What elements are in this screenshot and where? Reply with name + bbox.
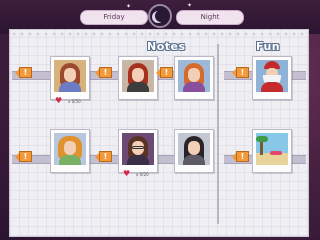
notes-title: Notes	[147, 40, 186, 53]
character-card[interactable]	[118, 56, 158, 100]
sparkle-icon: ✦	[187, 2, 193, 9]
character-card[interactable]	[118, 129, 158, 173]
affection-stat: x 0/50	[68, 99, 81, 104]
fun-card-beach[interactable]	[252, 129, 292, 173]
character-portrait-dark-long-hair	[178, 133, 210, 165]
character-card[interactable]	[174, 129, 214, 173]
fun-card-santa[interactable]	[252, 56, 292, 100]
alert-marker-icon: !	[232, 67, 249, 78]
time-of-day-indicator[interactable]: Night	[176, 10, 244, 25]
beach-picture	[256, 133, 288, 165]
character-portrait-blonde-curly	[54, 133, 86, 165]
top-bar: Friday Night ✦ ✦	[0, 0, 320, 34]
alert-marker-icon: !	[15, 151, 32, 162]
character-portrait-short-brown-hair	[54, 60, 86, 92]
alert-marker-icon: !	[156, 67, 173, 78]
character-card[interactable]	[50, 56, 90, 100]
affection-stat: x 0/20	[136, 172, 149, 177]
section-divider	[217, 44, 219, 224]
character-card[interactable]	[50, 129, 90, 173]
day-indicator[interactable]: Friday	[80, 10, 148, 25]
alert-marker-icon: !	[232, 151, 249, 162]
character-portrait-glasses	[122, 133, 154, 165]
alert-marker-icon: !	[95, 67, 112, 78]
character-card[interactable]	[174, 56, 214, 100]
santa-portrait	[256, 60, 288, 92]
notes-board: Notes Fun ! ♥ x 0/50 ! ! ! ! ! ♥ x 0/20 …	[10, 30, 308, 236]
alert-marker-icon: !	[15, 67, 32, 78]
fun-title: Fun	[256, 40, 281, 53]
sparkle-icon: ✦	[126, 3, 132, 10]
ring-binding	[10, 30, 308, 36]
character-portrait-ginger-hair	[178, 60, 210, 92]
heart-icon: ♥	[55, 96, 63, 105]
character-portrait-red-hair	[122, 60, 154, 92]
alert-marker-icon: !	[95, 151, 112, 162]
moon-icon[interactable]	[148, 4, 172, 28]
heart-icon: ♥	[123, 169, 131, 178]
